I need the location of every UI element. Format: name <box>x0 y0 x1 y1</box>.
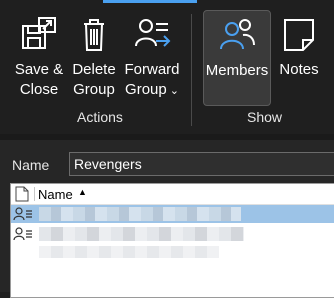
save-close-button[interactable]: Save & Close <box>9 10 69 106</box>
member-name <box>39 227 244 241</box>
name-column-header[interactable]: Name <box>38 187 73 202</box>
ribbon-divider <box>191 14 192 126</box>
member-name <box>39 207 241 221</box>
forward-group-button[interactable]: Forward Group ⌄ <box>122 10 182 106</box>
notes-label: Notes <box>279 61 319 78</box>
group-name-field[interactable]: Revengers <box>69 152 334 176</box>
notes-button[interactable]: Notes <box>274 10 324 106</box>
actions-group-label: Actions <box>77 109 123 125</box>
members-label: Members <box>205 62 269 79</box>
contact-icon <box>13 227 32 241</box>
trash-icon <box>84 19 104 51</box>
ribbon-accent-strip <box>103 0 197 3</box>
contact-icon <box>13 207 32 221</box>
delete-group-button[interactable]: Delete Group <box>64 10 124 106</box>
sort-ascending-icon: ▲ <box>78 187 87 197</box>
blurred-text <box>39 246 219 258</box>
forward-group-icon <box>135 19 171 47</box>
members-button[interactable]: Members <box>203 10 271 106</box>
list-item[interactable] <box>11 205 334 223</box>
chevron-down-icon: ⌄ <box>169 85 179 97</box>
header-divider <box>34 187 35 201</box>
ribbon: Save & Close Delete Group Forward Group ⌄… <box>0 0 334 134</box>
document-icon <box>15 186 29 202</box>
members-icon <box>220 19 255 50</box>
group-form: Name Revengers Name ▲ <box>0 140 334 298</box>
show-group-label: Show <box>247 109 283 125</box>
delete-group-label: Delete Group <box>72 61 116 98</box>
save-close-icon <box>22 17 56 49</box>
list-header: Name ▲ <box>11 184 334 205</box>
forward-group-label: Forward Group ⌄ <box>124 60 179 101</box>
save-close-label: Save & Close <box>14 61 64 98</box>
note-icon <box>284 19 314 51</box>
members-list[interactable]: Name ▲ <box>10 183 334 298</box>
list-item[interactable] <box>11 225 334 243</box>
name-label: Name <box>12 157 50 173</box>
